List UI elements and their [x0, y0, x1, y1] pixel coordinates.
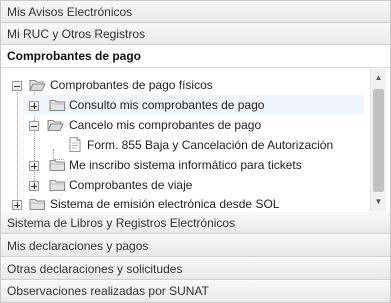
sol-menu-panel: Mis Avisos Electrónicos Mi RUC y Otros R…: [0, 0, 391, 303]
folder-icon: [29, 199, 45, 210]
tree-node-cancelo-comprobantes[interactable]: Cancelo mis comprobantes de pago: [1, 115, 370, 135]
expand-toggle[interactable]: [12, 200, 22, 210]
scroll-thumb[interactable]: [373, 89, 384, 192]
folder-icon: [49, 160, 65, 171]
tree-node-label[interactable]: Cancelo mis comprobantes de pago: [69, 115, 261, 135]
tree-node-emision-electronica-sol[interactable]: Sistema de emisión electrónica desde SOL: [1, 194, 370, 211]
tree-node-consulto-comprobantes[interactable]: Consulto mis comprobantes de pago: [1, 95, 370, 115]
expand-toggle[interactable]: [29, 161, 39, 171]
document-icon: [69, 137, 81, 152]
collapse-toggle[interactable]: [29, 121, 39, 131]
tree-node-label[interactable]: Comprobantes de pago físicos: [50, 75, 213, 95]
tree-node-label[interactable]: Me inscribo sistema informático para tic…: [69, 155, 302, 175]
tree-node-label[interactable]: Sistema de emisión electrónica desde SOL: [50, 194, 279, 211]
expand-toggle[interactable]: [29, 181, 39, 191]
section-observaciones-sunat[interactable]: Observaciones realizadas por SUNAT: [1, 281, 390, 302]
menu-tree: Comprobantes de pago físicos Consulto mi…: [1, 69, 390, 211]
section-mis-declaraciones-pagos[interactable]: Mis declaraciones y pagos: [1, 235, 390, 257]
section-comprobantes-de-pago[interactable]: Comprobantes de pago: [1, 45, 390, 68]
scroll-down-arrow-icon[interactable]: ▼: [371, 195, 386, 209]
tree-node-label[interactable]: Comprobantes de viaje: [69, 175, 192, 195]
section-libros-registros-electronicos[interactable]: Sistema de Libros y Registros Electrónic…: [1, 212, 390, 234]
tree-node-form-855[interactable]: Form. 855 Baja y Cancelación de Autoriza…: [1, 135, 370, 155]
folder-open-icon: [29, 80, 46, 91]
section-mi-ruc-y-otros-registros[interactable]: Mi RUC y Otros Registros: [1, 23, 390, 45]
folder-icon: [49, 180, 65, 191]
tree-node-inscribo-sistema-tickets[interactable]: Me inscribo sistema informático para tic…: [1, 155, 370, 175]
tree-node-label[interactable]: Form. 855 Baja y Cancelación de Autoriza…: [87, 135, 333, 155]
folder-open-icon: [47, 120, 64, 131]
section-otras-declaraciones-solicitudes[interactable]: Otras declaraciones y solicitudes: [1, 258, 390, 280]
expand-toggle[interactable]: [29, 101, 39, 111]
tree-node-comprobantes-fisicos[interactable]: Comprobantes de pago físicos: [1, 75, 370, 95]
tree-node-label[interactable]: Consulto mis comprobantes de pago: [69, 95, 264, 115]
tree-scrollbar[interactable]: ▲ ▼: [370, 69, 386, 211]
folder-icon: [49, 100, 65, 111]
tree-node-comprobantes-viaje[interactable]: Comprobantes de viaje: [1, 175, 370, 195]
section-mis-avisos-electronicos[interactable]: Mis Avisos Electrónicos: [1, 1, 390, 23]
collapse-toggle[interactable]: [12, 81, 22, 91]
scroll-up-arrow-icon[interactable]: ▲: [371, 71, 386, 85]
